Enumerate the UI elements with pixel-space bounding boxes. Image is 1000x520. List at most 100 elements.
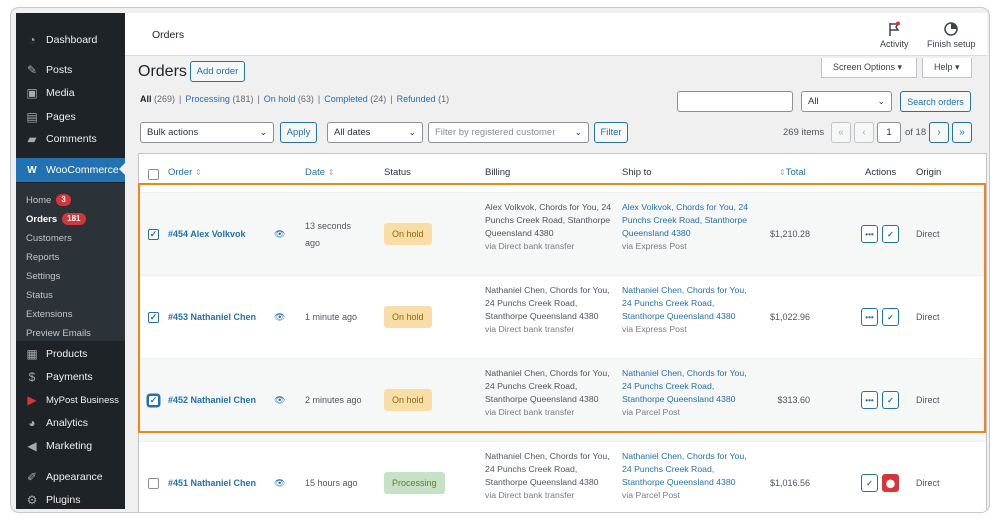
- preview-eye-icon[interactable]: 👁: [274, 478, 285, 489]
- column-header-ship-to: Ship to: [622, 167, 652, 178]
- billing-address: Nathaniel Chen, Chords for You, 24 Punch…: [485, 368, 610, 417]
- woocommerce-submenu: Home 3 Orders 181 Customers Reports Settin…: [16, 183, 125, 341]
- column-header-date[interactable]: Date ⇕: [305, 167, 334, 178]
- bulk-actions-select[interactable]: Bulk actions ⌄: [140, 122, 274, 143]
- breadcrumb: Orders: [152, 29, 185, 41]
- page-title: Orders: [138, 63, 187, 80]
- sidebar-item-pages[interactable]: ▤ Pages: [16, 106, 125, 128]
- order-total: $313.60: [777, 395, 810, 405]
- dashboard-icon: ◔: [28, 33, 36, 47]
- sidebar-item-woocommerce[interactable]: W WooCommerce: [16, 158, 125, 182]
- filter-all[interactable]: All (269): [140, 94, 175, 104]
- add-order-button[interactable]: Add order: [190, 61, 245, 82]
- table-row[interactable]: ✓ #454 Alex Volkvok 👁 13 seconds ago On …: [139, 192, 986, 275]
- notification-badge: 181: [62, 213, 86, 225]
- preview-eye-icon[interactable]: 👁: [274, 395, 285, 406]
- submenu-item-settings[interactable]: Settings: [26, 268, 60, 284]
- order-link[interactable]: #451 Nathaniel Chen: [168, 478, 256, 488]
- sidebar-item-dashboard[interactable]: ◔ Dashboard: [16, 29, 125, 51]
- submenu-item-preview-emails[interactable]: Preview Emails: [26, 325, 91, 341]
- order-date: 1 minute ago: [305, 312, 358, 322]
- preview-eye-icon[interactable]: 👁: [274, 229, 285, 240]
- help-toggle[interactable]: Help ▾: [922, 58, 972, 78]
- column-header-order[interactable]: Order ⇕: [168, 167, 202, 178]
- table-row[interactable]: ✓ #453 Nathaniel Chen 👁 1 minute ago On …: [139, 275, 986, 358]
- column-header-actions: Actions: [865, 167, 897, 178]
- table-row[interactable]: #451 Nathaniel Chen 👁 15 hours ago Proce…: [139, 441, 986, 512]
- submenu-item-orders[interactable]: Orders 181: [26, 211, 86, 227]
- sidebar-item-comments[interactable]: ▰ Comments: [16, 128, 125, 150]
- first-page-button[interactable]: «: [831, 122, 851, 143]
- admin-sidebar: ◔ Dashboard ✎ Posts ▣ Media ▤ Pages ▰ Comment…: [16, 13, 125, 509]
- more-actions-button[interactable]: •••: [861, 391, 878, 409]
- search-orders-button[interactable]: Search orders: [900, 91, 971, 112]
- chevron-down-icon: ⌄: [877, 96, 885, 106]
- submenu-item-extensions[interactable]: Extensions: [26, 306, 72, 322]
- dates-select[interactable]: All dates ⌄: [327, 122, 423, 143]
- activity-button[interactable]: Activity: [880, 21, 909, 49]
- chevron-down-icon: ⌄: [259, 127, 267, 137]
- complete-action-button[interactable]: ✓: [882, 225, 899, 243]
- submenu-item-reports[interactable]: Reports: [26, 249, 59, 265]
- sidebar-item-mypost-business[interactable]: ▶ MyPost Business: [16, 389, 125, 411]
- sidebar-item-posts[interactable]: ✎ Posts: [16, 59, 125, 81]
- current-page-input[interactable]: 1: [877, 122, 901, 143]
- screen-options-toggle[interactable]: Screen Options ▾: [821, 58, 917, 78]
- shipping-address[interactable]: Nathaniel Chen, Chords for You, 24 Punch…: [622, 284, 757, 336]
- order-link[interactable]: #452 Nathaniel Chen: [168, 395, 256, 405]
- filter-button[interactable]: Filter: [594, 122, 628, 143]
- select-all-checkbox[interactable]: [148, 169, 159, 180]
- sidebar-item-plugins[interactable]: ⚙ Plugins: [16, 489, 125, 511]
- apply-button[interactable]: Apply: [280, 122, 317, 143]
- filter-processing[interactable]: Processing (181): [185, 94, 253, 104]
- column-header-total[interactable]: ⇕Total: [779, 167, 806, 178]
- complete-action-button[interactable]: ✓: [882, 391, 899, 409]
- filter-refunded[interactable]: Refunded (1): [397, 94, 450, 104]
- status-badge: On hold: [384, 389, 432, 411]
- submenu-item-status[interactable]: Status: [26, 287, 53, 303]
- sidebar-item-products[interactable]: ▦ Products: [16, 343, 125, 365]
- filter-on-hold[interactable]: On hold (63): [264, 94, 314, 104]
- order-origin: Direct: [916, 312, 940, 322]
- submenu-item-home[interactable]: Home 3: [26, 192, 71, 208]
- status-badge: On hold: [384, 223, 432, 245]
- auspost-label-icon[interactable]: ⬤: [882, 474, 899, 492]
- sidebar-item-payments[interactable]: $ Payments: [16, 366, 125, 388]
- more-actions-button[interactable]: •••: [861, 225, 878, 243]
- sidebar-item-analytics[interactable]: ◕ Analytics: [16, 412, 125, 434]
- complete-action-button[interactable]: ✓: [882, 308, 899, 326]
- finish-setup-button[interactable]: Finish setup: [927, 21, 976, 49]
- filter-completed[interactable]: Completed (24): [324, 94, 386, 104]
- sidebar-item-appearance[interactable]: ✐ Appearance: [16, 466, 125, 488]
- last-page-button[interactable]: »: [952, 122, 972, 143]
- prev-page-button[interactable]: ‹: [854, 122, 874, 143]
- shipping-address[interactable]: Alex Volkvok, Chords for You, 24 Punchs …: [622, 201, 757, 253]
- complete-action-button[interactable]: ✓: [861, 474, 878, 492]
- progress-ring-icon: [944, 22, 959, 36]
- search-status-select[interactable]: All ⌄: [801, 91, 892, 112]
- order-link[interactable]: #453 Nathaniel Chen: [168, 312, 256, 322]
- preview-eye-icon[interactable]: 👁: [274, 312, 285, 323]
- shipping-address[interactable]: Nathaniel Chen, Chords for You, 24 Punch…: [622, 450, 757, 502]
- next-page-button[interactable]: ›: [929, 122, 949, 143]
- sidebar-item-marketing[interactable]: ◀ Marketing: [16, 435, 125, 457]
- table-row[interactable]: ✓ #452 Nathaniel Chen 👁 2 minutes ago On…: [139, 358, 986, 441]
- order-link[interactable]: #454 Alex Volkvok: [168, 229, 246, 239]
- order-origin: Direct: [916, 395, 940, 405]
- more-actions-button[interactable]: •••: [861, 308, 878, 326]
- mypost-icon: ▶: [27, 393, 37, 407]
- row-checkbox[interactable]: [148, 478, 159, 489]
- order-date: 13 seconds ago: [305, 221, 352, 248]
- row-checkbox[interactable]: ✓: [148, 229, 159, 240]
- browser-frame: ◔ Dashboard ✎ Posts ▣ Media ▤ Pages ▰ Comment…: [10, 7, 990, 513]
- sidebar-item-media[interactable]: ▣ Media: [16, 82, 125, 104]
- row-checkbox[interactable]: ✓: [148, 395, 159, 406]
- billing-address: Alex Volkvok, Chords for You, 24 Punchs …: [485, 202, 612, 251]
- media-icon: ▣: [26, 86, 38, 100]
- search-input[interactable]: [677, 91, 793, 112]
- row-checkbox[interactable]: ✓: [148, 312, 159, 323]
- column-header-status: Status: [384, 167, 411, 178]
- shipping-address[interactable]: Nathaniel Chen, Chords for You, 24 Punch…: [622, 367, 757, 419]
- customer-filter-select[interactable]: Filter by registered customer ⌄: [428, 122, 589, 143]
- submenu-item-customers[interactable]: Customers: [26, 230, 72, 246]
